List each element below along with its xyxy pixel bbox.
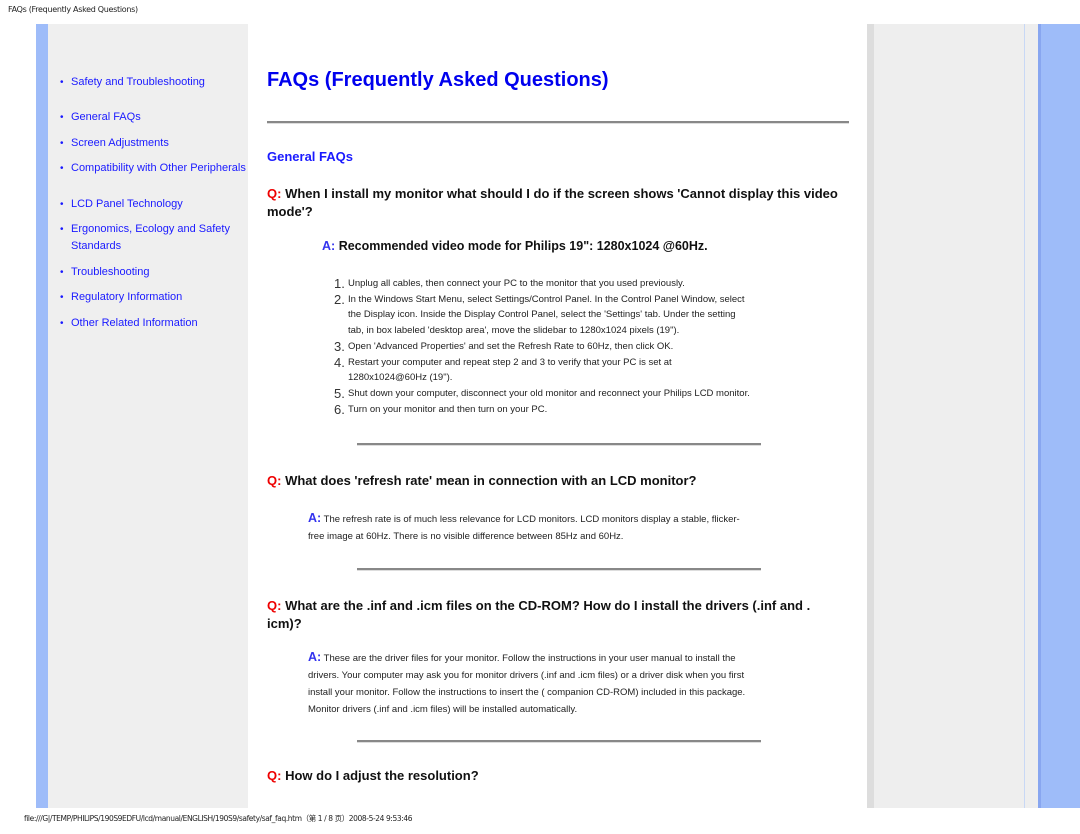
sidebar-item-label[interactable]: Safety and Troubleshooting — [71, 74, 205, 91]
step-text: Restart your computer and repeat step 2 … — [348, 355, 672, 386]
bullet-icon: • — [60, 224, 64, 235]
faq-answer-2: A: The refresh rate is of much less rele… — [308, 510, 808, 545]
bullet-icon: • — [60, 318, 64, 329]
question-text-line1: What are the .inf and .icm files on the … — [285, 598, 811, 613]
step-text-line: 1280x1024@60Hz (19"). — [348, 372, 453, 384]
answer-text-line: Monitor drivers (.inf and .icm files) wi… — [308, 704, 578, 715]
step-text: Open 'Advanced Properties' and set the R… — [348, 340, 674, 352]
step-text: Turn on your monitor and then turn on yo… — [348, 403, 548, 415]
q-marker: Q: — [267, 598, 282, 613]
right-accent-strip — [1038, 24, 1080, 808]
sidebar-item-troubleshooting[interactable]: • Troubleshooting — [60, 264, 149, 281]
faq-divider — [357, 740, 761, 743]
answer-text-line: install your monitor. Follow the instruc… — [308, 687, 746, 698]
sidebar-item-label[interactable]: Regulatory Information — [71, 289, 182, 306]
sidebar-item-safety-and-troubleshooting[interactable]: • Safety and Troubleshooting — [60, 74, 205, 91]
question-text-line1: How do I adjust the resolution? — [285, 768, 479, 783]
sidebar-item-label[interactable]: Screen Adjustments — [71, 135, 169, 152]
q-marker: Q: — [267, 186, 282, 201]
q-marker: Q: — [267, 473, 282, 488]
bullet-icon: • — [60, 267, 64, 278]
answer-text-line: drivers. Your computer may ask you for m… — [308, 670, 745, 681]
faq-question-4: Q: How do I adjust the resolution? — [267, 767, 852, 785]
step-text-line: the Display icon. Inside the Display Con… — [348, 309, 736, 321]
sidebar-item-label[interactable]: LCD Panel Technology — [71, 196, 183, 213]
bullet-icon: • — [60, 199, 64, 210]
step-item: 1. Unplug all cables, then connect your P… — [334, 276, 814, 292]
q-marker: Q: — [267, 768, 282, 783]
step-number: 3. — [334, 338, 345, 354]
bullet-icon: • — [60, 292, 64, 303]
question-text-line2: mode'? — [267, 204, 313, 219]
step-number: 5. — [334, 385, 345, 401]
sidebar-item-regulatory-information[interactable]: • Regulatory Information — [60, 289, 182, 306]
faq-question-1: Q: When I install my monitor what should… — [267, 185, 852, 221]
faq-answer-3: A: These are the driver files for your m… — [308, 649, 808, 718]
section-title: General FAQs — [267, 149, 353, 164]
step-item: 6. Turn on your monitor and then turn on … — [334, 402, 814, 418]
step-number: 2. — [334, 291, 345, 307]
sidebar-item-label[interactable]: General FAQs — [71, 109, 141, 126]
page-title: FAQs (Frequently Asked Questions) — [267, 69, 609, 91]
answer-text-line: free image at 60Hz. There is no visible … — [308, 531, 624, 542]
right-gap — [1025, 24, 1038, 808]
step-text-line: Restart your computer and repeat step 2 … — [348, 356, 672, 368]
bullet-icon: • — [60, 112, 64, 123]
faq-divider — [357, 443, 761, 446]
a-marker: A: — [308, 511, 322, 525]
title-divider — [267, 121, 849, 124]
steps-list: 1. Unplug all cables, then connect your P… — [334, 276, 814, 417]
sidebar-item-label[interactable]: Ergonomics, Ecology and Safety Standards — [71, 221, 230, 255]
question-text-line2: icm)? — [267, 616, 302, 631]
step-text-line: tab, in box labeled 'desktop area', move… — [348, 325, 680, 337]
step-text: In the Windows Start Menu, select Settin… — [348, 292, 745, 339]
step-item: 4. Restart your computer and repeat step … — [334, 355, 814, 386]
faq-divider — [357, 568, 761, 571]
answer-text-line: These are the driver files for your moni… — [323, 653, 736, 664]
faq-question-3: Q: What are the .inf and .icm files on t… — [267, 597, 852, 633]
sidebar-item-screen-adjustments[interactable]: • Screen Adjustments — [60, 135, 169, 152]
a-marker: A: — [322, 239, 336, 253]
sidebar-item-label-line1[interactable]: Ergonomics, Ecology and Safety — [71, 223, 230, 235]
step-item: 3. Open 'Advanced Properties' and set the… — [334, 339, 814, 355]
a-marker: A: — [308, 650, 322, 664]
step-text-line: In the Windows Start Menu, select Settin… — [348, 293, 745, 305]
sidebar-item-label-line2[interactable]: Standards — [71, 240, 121, 252]
question-text-line1: What does 'refresh rate' mean in connect… — [285, 473, 697, 488]
bullet-icon: • — [60, 138, 64, 149]
sidebar-item-general-faqs[interactable]: • General FAQs — [60, 109, 141, 126]
right-panel — [867, 24, 1024, 808]
step-item: 5. Shut down your computer, disconnect yo… — [334, 386, 814, 402]
step-number: 6. — [334, 401, 345, 417]
faq-question-2: Q: What does 'refresh rate' mean in conn… — [267, 472, 852, 490]
step-number: 4. — [334, 354, 345, 370]
sidebar-item-label[interactable]: Troubleshooting — [71, 264, 149, 281]
sidebar-item-lcd-panel-technology[interactable]: • LCD Panel Technology — [60, 196, 183, 213]
bullet-icon: • — [60, 77, 64, 88]
print-header: FAQs (Frequently Asked Questions) — [8, 5, 138, 14]
step-item: 2. In the Windows Start Menu, select Sett… — [334, 292, 814, 339]
step-number: 1. — [334, 276, 345, 291]
sidebar-item-other-related-information[interactable]: • Other Related Information — [60, 315, 198, 332]
question-text-line1: When I install my monitor what should I … — [285, 186, 838, 201]
sidebar-item-compatibility[interactable]: • Compatibility with Other Peripherals — [60, 160, 246, 177]
sidebar-item-ergonomics[interactable]: • Ergonomics, Ecology and Safety Standar… — [60, 221, 230, 255]
step-text: Shut down your computer, disconnect your… — [348, 387, 750, 399]
answer-head-text: Recommended video mode for Philips 19": … — [338, 239, 708, 253]
bullet-icon: • — [60, 163, 64, 174]
print-footer: file:///G|/TEMP/PHILIPS/190S9EDFU/lcd/ma… — [24, 814, 413, 823]
faq-answer-head-1: A: Recommended video mode for Philips 19… — [322, 239, 708, 253]
step-text: Unplug all cables, then connect your PC … — [348, 278, 685, 289]
answer-text-line: The refresh rate is of much less relevan… — [323, 514, 740, 525]
sidebar-item-label[interactable]: Other Related Information — [71, 315, 198, 332]
sidebar-item-label[interactable]: Compatibility with Other Peripherals — [71, 160, 246, 177]
